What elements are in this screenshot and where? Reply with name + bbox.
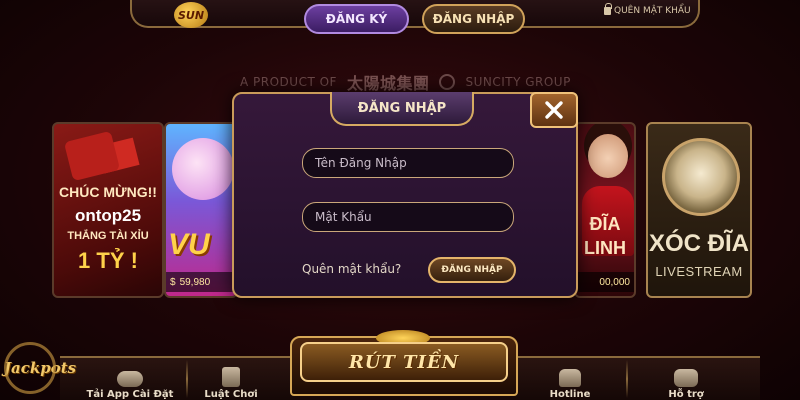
nav-hotline-label: Hotline: [549, 389, 591, 400]
gamepad-icon: [117, 371, 143, 387]
card-congrats-line2: ontop25: [74, 206, 142, 225]
nav-rules-label: Luật Chơi: [204, 389, 258, 400]
card-lady[interactable]: ĐĨA LINH 00,000: [574, 122, 636, 298]
modal-title: ĐĂNG NHẬP: [330, 92, 474, 126]
card-xoc-subtitle: LIVESTREAM: [655, 264, 743, 279]
phone-icon: [559, 369, 581, 387]
close-button[interactable]: [530, 92, 578, 128]
lock-icon: [604, 3, 612, 15]
password-input[interactable]: Mật Khẩu: [302, 202, 514, 232]
nav-rules[interactable]: Luật Chơi: [196, 362, 266, 400]
character-icon: [172, 138, 234, 200]
forgot-password-top-label: QUÊN MẬT KHẨU: [614, 6, 691, 16]
nav-divider: [626, 360, 628, 398]
card-congrats-line1: CHÚC MỪNG!!: [59, 184, 157, 200]
nav-divider: [186, 360, 188, 398]
card-vu-amount: 59,980: [179, 276, 211, 288]
jackpots-button[interactable]: Jackpots: [0, 340, 80, 396]
card-lady-jackpot: 00,000: [576, 272, 634, 292]
brand-cn: 太陽城集團: [346, 74, 430, 93]
forgot-password-link[interactable]: Quên mật khẩu?: [302, 262, 401, 276]
login-submit-button[interactable]: ĐĂNG NHẬP: [428, 257, 516, 283]
rules-icon: [222, 367, 240, 387]
forgot-password-top[interactable]: QUÊN MẬT KHẨU: [604, 3, 691, 16]
card-lady-amount: 00,000: [599, 276, 630, 288]
suncity-group: SUNCITY GROUP: [465, 75, 571, 89]
dollar-icon: $: [170, 276, 176, 288]
chat-icon: [674, 369, 698, 387]
withdraw-button[interactable]: RÚT TIỀN: [300, 342, 508, 382]
card-vu[interactable]: VU $ 59,980: [164, 122, 238, 298]
card-congrats-line4: 1 TỶ !: [78, 248, 138, 273]
product-line: A PRODUCT OF 太陽城集團 SUNCITY GROUP: [240, 70, 600, 94]
jackpots-ring-icon: [4, 342, 56, 394]
product-prefix: A PRODUCT OF: [240, 75, 337, 89]
nav-download-app-label: Tải App Cài Đặt: [86, 389, 174, 400]
card-lady-line2: LINH: [584, 238, 626, 258]
card-congrats-line3: THẮNG TÀI XỈU: [67, 230, 149, 242]
card-congrats[interactable]: CHÚC MỪNG!! ontop25 THẮNG TÀI XỈU 1 TỶ !: [52, 122, 164, 298]
card-vu-title: VU: [168, 228, 210, 261]
plate-icon: [662, 138, 740, 216]
suncity-emblem-icon: [439, 74, 456, 90]
register-button[interactable]: ĐĂNG KÝ: [304, 4, 409, 34]
card-lady-line1: ĐĨA: [589, 214, 621, 234]
close-icon: [545, 101, 563, 119]
nav-hotline[interactable]: Hotline: [530, 362, 610, 400]
card-vu-jackpot: $ 59,980: [166, 272, 236, 292]
nav-download-app[interactable]: Tải App Cài Đặt: [80, 362, 180, 400]
login-button-top[interactable]: ĐĂNG NHẬP: [422, 4, 525, 34]
nav-support[interactable]: Hỗ trợ: [646, 362, 726, 400]
card-xoc-dia[interactable]: XÓC ĐĨA LIVESTREAM: [646, 122, 752, 298]
username-input[interactable]: Tên Đăng Nhập: [302, 148, 514, 178]
card-xoc-title: XÓC ĐĨA: [648, 230, 749, 257]
dealer-icon: [588, 134, 628, 178]
dice-icon: [63, 130, 121, 182]
nav-support-label: Hỗ trợ: [668, 389, 704, 400]
sun-logo[interactable]: SUN: [174, 2, 208, 28]
